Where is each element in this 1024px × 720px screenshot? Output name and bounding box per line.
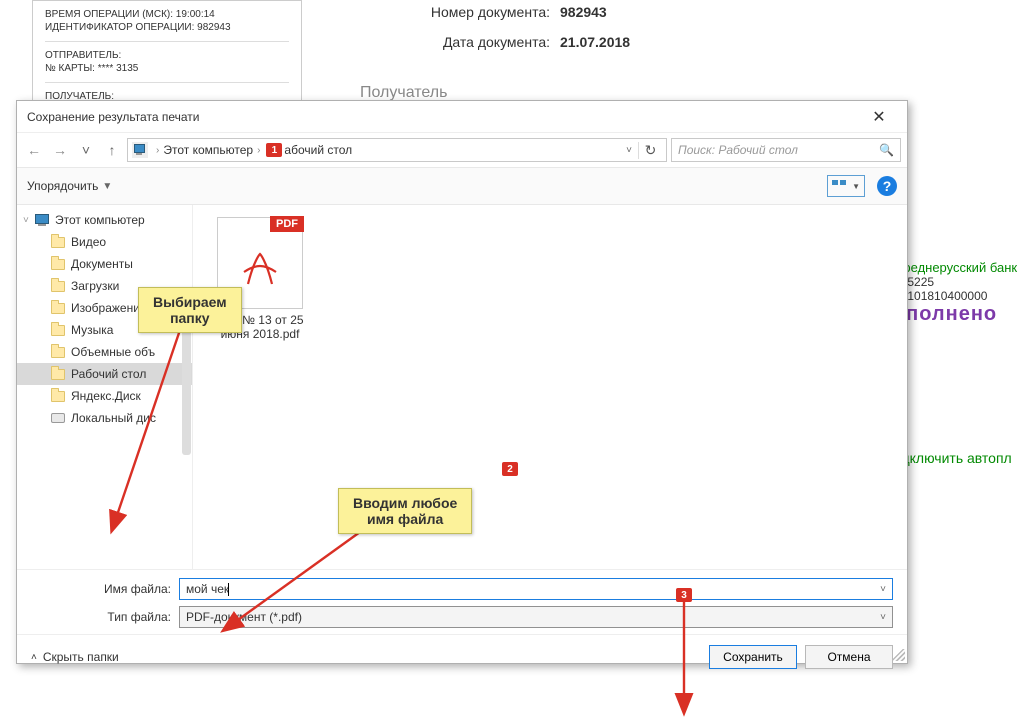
bank-num2: 8 <box>894 326 1024 340</box>
callout-enter-filename: Вводим любое имя файла <box>338 488 472 534</box>
folder-icon <box>51 259 65 270</box>
annotation-badge-3: 3 <box>676 588 692 602</box>
autopay-link[interactable]: одключить автопл <box>894 450 1024 466</box>
hide-folders-label: Скрыть папки <box>43 650 119 664</box>
doc-number-label: Номер документа: <box>360 4 560 20</box>
filetype-select[interactable]: PDF-документ (*.pdf) ˅ <box>179 606 893 628</box>
doc-date-label: Дата документа: <box>360 34 560 50</box>
status-executed: сполнено <box>894 303 1024 326</box>
doc-meta: Номер документа: 982943 Дата документа: … <box>360 4 630 64</box>
receipt-card: № КАРТЫ: **** 3135 <box>45 63 289 74</box>
tree-label: Объемные объ <box>71 345 155 359</box>
cancel-button[interactable]: Отмена <box>805 645 893 669</box>
nav-recent-dropdown[interactable]: ˅ <box>75 142 97 158</box>
file-pane[interactable]: PDF АКТ № 13 от 25 июня 2018.pdf <box>193 205 907 569</box>
callout-select-folder: Выбираем папку <box>138 287 242 333</box>
this-pc-icon <box>132 142 148 158</box>
folder-tree: ˅ Этот компьютер Видео Документы Загрузк… <box>17 205 193 569</box>
annotation-badge-1: 1 <box>266 143 282 157</box>
receipt-sender-label: ОТПРАВИТЕЛЬ: <box>45 50 289 61</box>
search-icon[interactable]: 🔍 <box>879 143 894 157</box>
breadcrumb-sep-icon[interactable]: › <box>253 145 264 156</box>
this-pc-icon <box>35 214 49 226</box>
pdf-badge: PDF <box>270 216 304 232</box>
breadcrumb-this-pc[interactable]: Этот компьютер <box>163 143 253 157</box>
chevron-down-icon[interactable]: ˅ <box>880 612 886 623</box>
receipt-line: ВРЕМЯ ОПЕРАЦИИ (МСК): 19:00:14 <box>45 9 289 20</box>
dialog-footer: ˄ Скрыть папки Сохранить Отмена <box>17 634 907 679</box>
expand-icon[interactable]: ˅ <box>23 215 33 226</box>
save-button[interactable]: Сохранить <box>709 645 797 669</box>
folder-icon <box>51 369 65 380</box>
disk-icon <box>51 413 65 423</box>
organize-dropdown-icon[interactable]: ▼ <box>102 181 112 192</box>
tree-3d-objects[interactable]: Объемные объ <box>17 341 192 363</box>
resize-grip-icon[interactable] <box>893 649 905 661</box>
tree-label: Музыка <box>71 323 113 337</box>
search-input[interactable]: Поиск: Рабочий стол 🔍 <box>671 138 901 162</box>
close-button[interactable]: ✕ <box>859 107 899 127</box>
nav-back-icon[interactable]: ← <box>23 142 45 158</box>
nav-up-icon[interactable]: ↑ <box>101 142 123 158</box>
help-icon[interactable]: ? <box>877 176 897 196</box>
organize-button[interactable]: Упорядочить <box>27 179 98 193</box>
tree-documents[interactable]: Документы <box>17 253 192 275</box>
breadcrumb-desktop[interactable]: абочий стол <box>284 143 352 157</box>
folder-icon <box>51 347 65 358</box>
doc-date-value: 21.07.2018 <box>560 34 630 50</box>
dialog-toolbar: Упорядочить ▼ ▼ ? <box>17 167 907 205</box>
nav-forward-icon[interactable]: → <box>49 142 71 158</box>
dialog-title: Сохранение результата печати <box>27 110 859 124</box>
dialog-titlebar[interactable]: Сохранение результата печати ✕ <box>17 101 907 133</box>
tree-label: Локальный дис <box>71 411 156 425</box>
view-thumbnails-icon <box>832 180 848 192</box>
tree-label: Этот компьютер <box>55 213 145 227</box>
folder-icon <box>51 303 65 314</box>
chevron-up-icon: ˄ <box>31 652 37 663</box>
filetype-value: PDF-документ (*.pdf) <box>186 610 302 624</box>
filename-label: Имя файла: <box>31 582 179 596</box>
refresh-icon[interactable]: ↻ <box>638 142 662 159</box>
bank-name: Среднерусский банк <box>894 260 1024 275</box>
tree-label: Видео <box>71 235 106 249</box>
status-block: Среднерусский банк 525225 30101810400000… <box>894 260 1024 466</box>
tree-local-disk[interactable]: Локальный дис <box>17 407 192 429</box>
nav-bar: ← → ˅ ↑ › Этот компьютер › 1 абочий стол… <box>17 133 907 167</box>
bank-num: 525225 <box>894 275 1024 289</box>
adobe-pdf-icon <box>240 250 280 290</box>
doc-number-value: 982943 <box>560 4 607 20</box>
filename-history-dropdown-icon[interactable]: ˅ <box>880 584 886 595</box>
tree-label: Рабочий стол <box>71 367 146 381</box>
chevron-down-icon: ▼ <box>852 182 860 191</box>
annotation-badge-2: 2 <box>502 462 518 476</box>
filename-input[interactable]: мой чек ˅ <box>179 578 893 600</box>
hide-folders-toggle[interactable]: ˄ Скрыть папки <box>31 650 119 664</box>
text-cursor <box>228 583 229 596</box>
search-placeholder: Поиск: Рабочий стол <box>678 143 798 157</box>
breadcrumb-sep-icon[interactable]: › <box>152 145 163 156</box>
address-dropdown-icon[interactable]: ˅ <box>620 145 638 156</box>
tree-label: Документы <box>71 257 133 271</box>
folder-icon <box>51 237 65 248</box>
folder-icon <box>51 325 65 336</box>
tree-label: Яндекс.Диск <box>71 389 141 403</box>
filetype-label: Тип файла: <box>31 610 179 624</box>
tree-label: Изображения <box>71 301 146 315</box>
view-mode-button[interactable]: ▼ <box>827 175 865 197</box>
tree-yandex-disk[interactable]: Яндекс.Диск <box>17 385 192 407</box>
filename-form: Имя файла: мой чек ˅ Тип файла: PDF-доку… <box>17 569 907 628</box>
address-bar[interactable]: › Этот компьютер › 1 абочий стол ˅ ↻ <box>127 138 667 162</box>
tree-desktop[interactable]: Рабочий стол <box>17 363 192 385</box>
filename-value: мой чек <box>186 582 229 596</box>
tree-this-pc[interactable]: ˅ Этот компьютер <box>17 209 192 231</box>
bank-account: 30101810400000 <box>894 289 1024 303</box>
tree-label: Загрузки <box>71 279 119 293</box>
receipt-line: ИДЕНТИФИКАТОР ОПЕРАЦИИ: 982943 <box>45 22 289 33</box>
folder-icon <box>51 391 65 402</box>
save-dialog: Сохранение результата печати ✕ ← → ˅ ↑ ›… <box>16 100 908 664</box>
folder-icon <box>51 281 65 292</box>
tree-videos[interactable]: Видео <box>17 231 192 253</box>
